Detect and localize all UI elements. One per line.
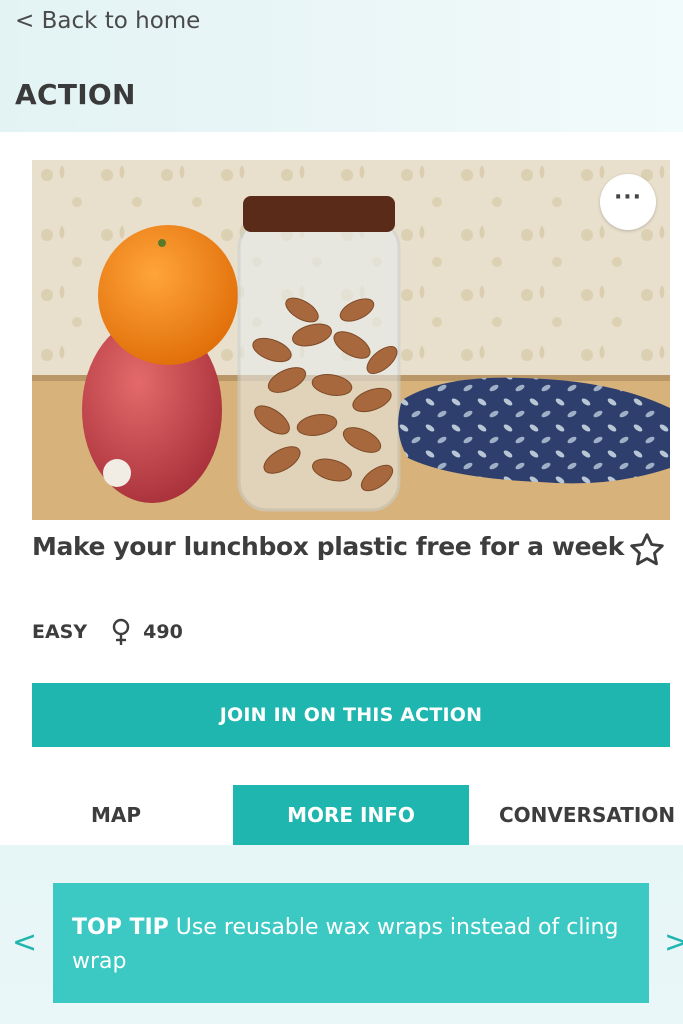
tab-bar: MAP MORE INFO CONVERSATION: [0, 785, 683, 845]
header: < Back to home ACTION: [0, 0, 683, 132]
star-outline-icon[interactable]: [627, 530, 667, 570]
action-meta: EASY 490: [32, 618, 183, 646]
action-photo: [32, 160, 670, 520]
tip-label: TOP TIP: [72, 915, 169, 940]
participant-count: 490: [143, 621, 183, 643]
carousel-next-button[interactable]: >: [664, 928, 683, 958]
female-symbol-icon: [112, 618, 130, 645]
top-tip-card: TOP TIP Use reusable wax wraps instead o…: [53, 883, 649, 1003]
tab-more-info[interactable]: MORE INFO: [233, 785, 469, 845]
more-horizontal-icon: ···: [613, 185, 643, 210]
tab-conversation[interactable]: CONVERSATION: [469, 785, 683, 845]
tab-map[interactable]: MAP: [0, 785, 232, 845]
back-to-home-link[interactable]: < Back to home: [15, 8, 200, 34]
more-options-button[interactable]: ···: [600, 174, 656, 230]
carousel-prev-button[interactable]: <: [12, 928, 37, 958]
page-title: ACTION: [15, 78, 136, 111]
difficulty-label: EASY: [32, 621, 88, 643]
join-action-button[interactable]: JOIN IN ON THIS ACTION: [32, 683, 670, 747]
action-title: Make your lunchbox plastic free for a we…: [32, 532, 624, 561]
